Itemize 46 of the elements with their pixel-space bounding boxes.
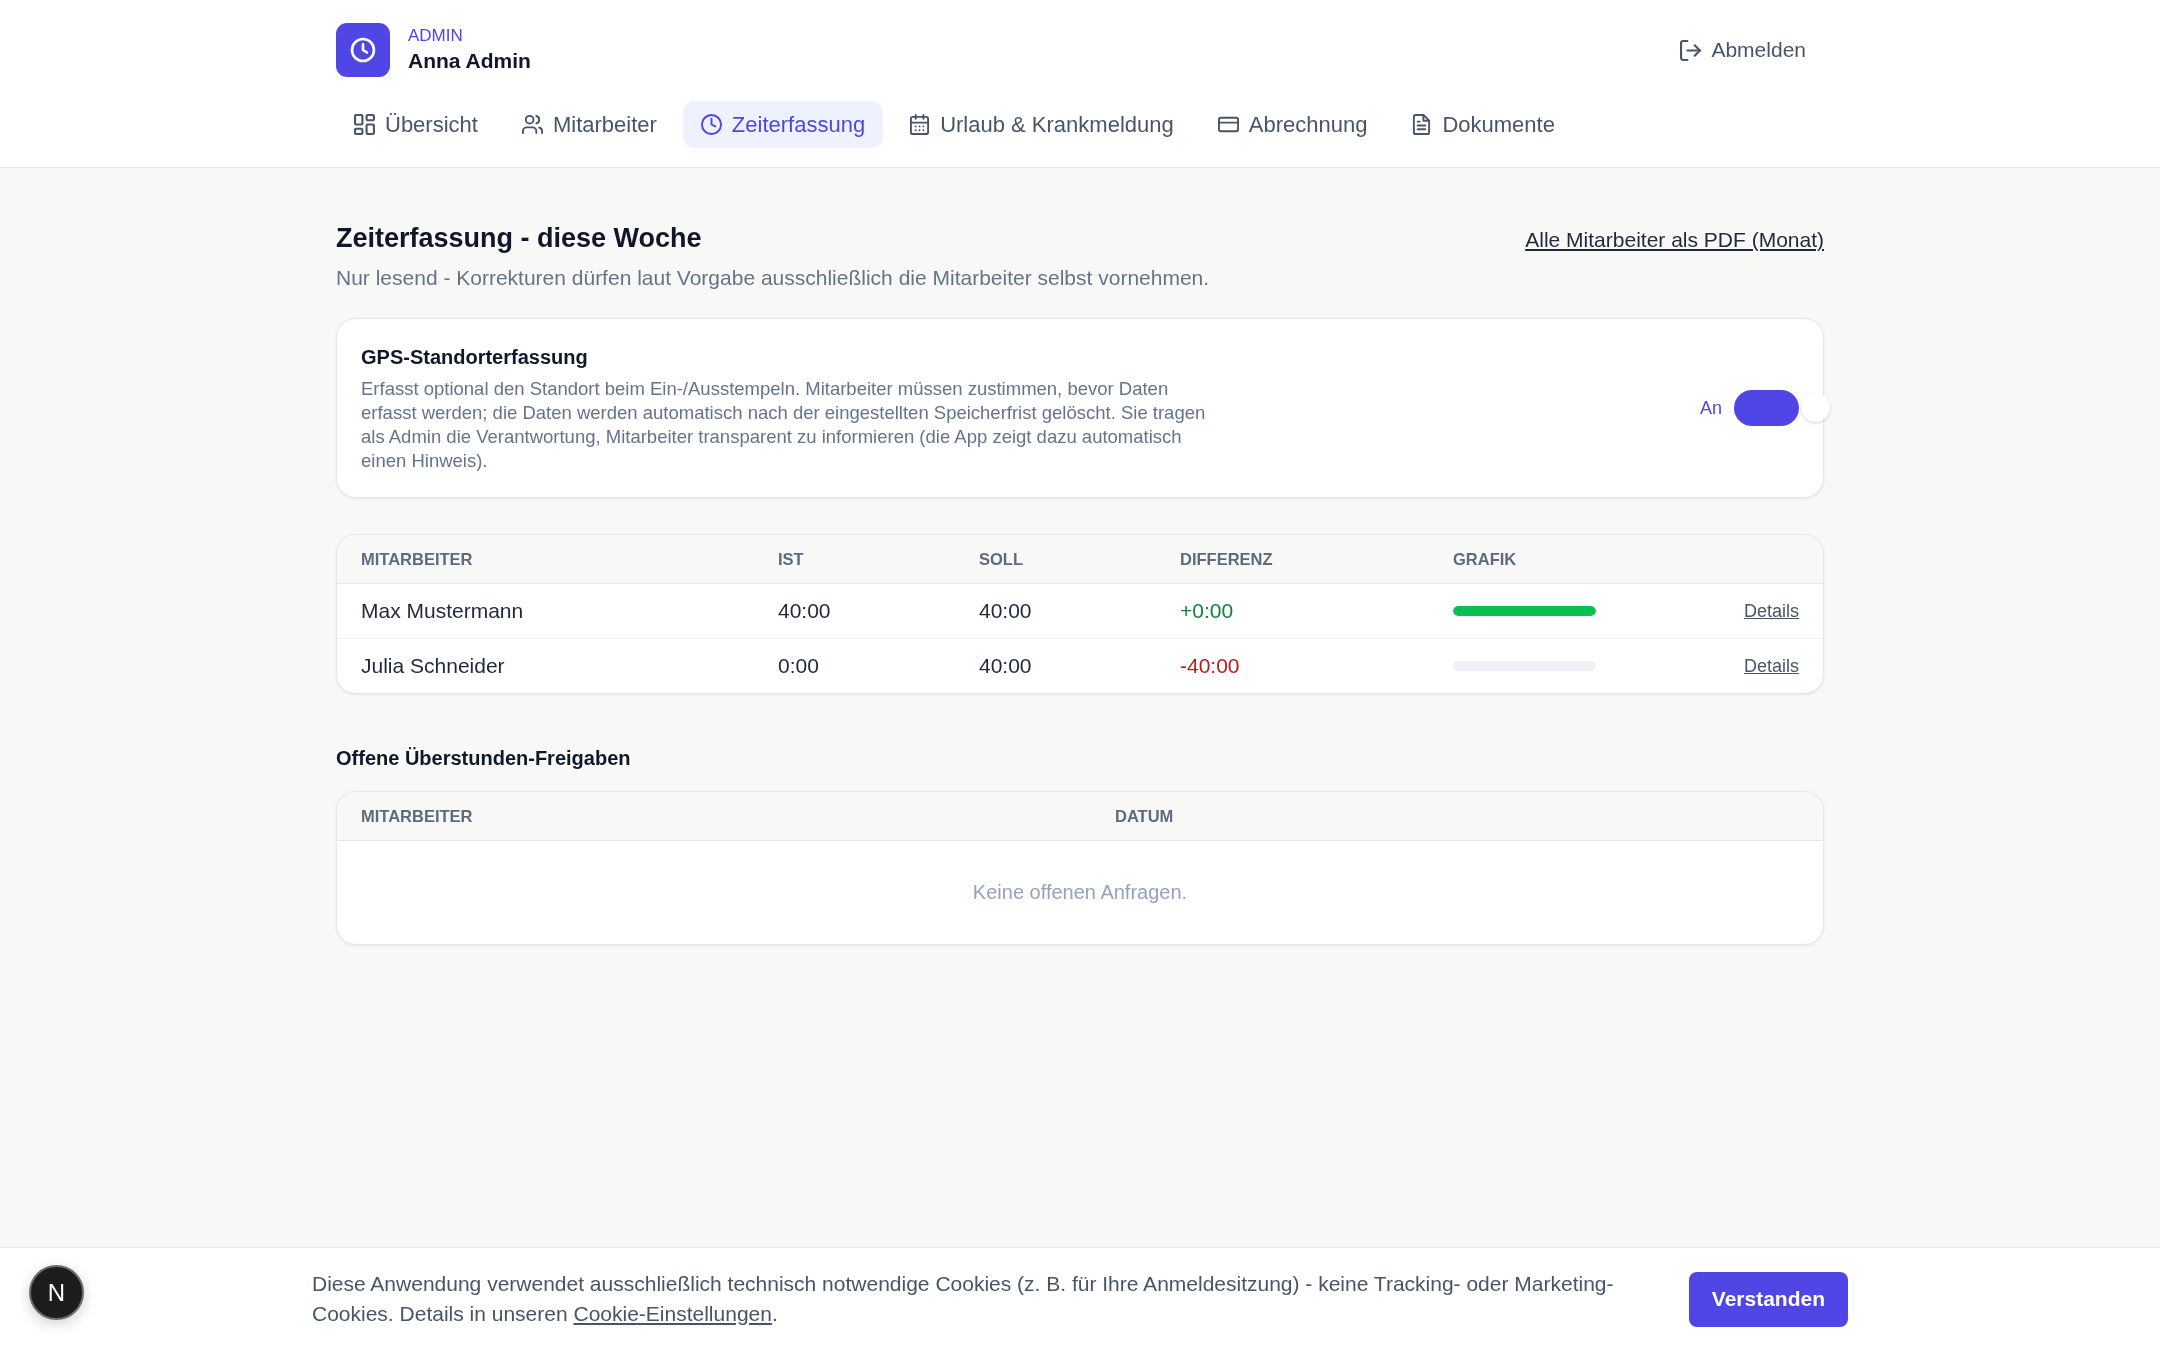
nav-tab[interactable]: Zeiterfassung [682, 101, 884, 148]
nav-tab[interactable]: Übersicht [336, 101, 496, 148]
actual-hours: 40:00 [778, 599, 831, 623]
employee-name: Julia Schneider [361, 654, 505, 678]
gps-description: Erfasst optional den Standort beim Ein-/Ausstempeln. Mitarbeiter müssen zustimmen, bevor Daten erfasst werden; die Daten werden automatisch nach der eingestellten Speicherfrist gelöscht. Sie tragen als Admin die Verantwortung, Mitarbeiter transparent zu informieren (die App zeigt dazu automatisch einen Hinweis). [361, 377, 1207, 473]
page-subtitle: Nur lesend - Korrekturen dürfen laut Vorgabe ausschließlich die Mitarbeiter selbst vornehmen. [336, 265, 1211, 291]
column-header: MITARBEITER [361, 549, 473, 569]
target-hours: 40:00 [979, 599, 1032, 623]
nav-tab[interactable]: Dokumente [1393, 101, 1573, 148]
hours-difference: +0:00 [1180, 599, 1234, 623]
calendar-icon [909, 114, 931, 135]
details-link[interactable]: Details [1743, 600, 1799, 622]
logout-icon [1680, 39, 1702, 61]
users-icon [521, 114, 543, 135]
details-link[interactable]: Details [1743, 655, 1799, 677]
cookie-notice: Diese Anwendung verwendet ausschließlich technisch notwendige Cookies (z. B. für Ihre Anmeldesitzung) - keine Tracking- oder Marketing-Cookies. Details in unseren Cookie-Einstellungen. [312, 1271, 1615, 1327]
column-header: DIFFERENZ [1180, 549, 1273, 569]
section-title: Offene Überstunden-Freigaben [336, 746, 632, 771]
column-header: SOLL [979, 549, 1023, 569]
gps-title: GPS-Standorterfassung [361, 345, 589, 370]
dashboard-icon [354, 114, 375, 135]
empty-state-message: Keine offenen Anfragen. [972, 881, 1188, 904]
clock-logo-icon [336, 23, 390, 77]
column-header: GRAFIK [1453, 549, 1517, 569]
pdf-export-link[interactable]: Alle Mitarbeiter als PDF (Monat) [1525, 228, 1824, 252]
nav-tab[interactable]: Mitarbeiter [503, 101, 675, 148]
target-hours: 40:00 [979, 654, 1032, 678]
hours-difference: -40:00 [1180, 654, 1240, 678]
column-header: DATUM [1115, 806, 1174, 826]
employee-name: Max Mustermann [361, 599, 524, 623]
page-title: Zeiterfassung - diese Woche [336, 222, 702, 255]
column-header: MITARBEITER [361, 806, 473, 826]
accept-button[interactable]: Verstanden [1688, 1271, 1848, 1327]
logout-button[interactable]: Abmelden [1662, 30, 1824, 70]
credit-card-icon [1217, 114, 1239, 135]
user-name: Anna Admin [408, 48, 531, 74]
toggle-switch[interactable] [1734, 390, 1830, 426]
actual-hours: 0:00 [778, 654, 819, 678]
cookie-settings-link[interactable]: Cookie-Einstellungen [573, 1302, 772, 1325]
document-icon [1411, 114, 1433, 135]
nav-tab[interactable]: Abrechnung [1199, 101, 1386, 148]
user-role: ADMIN [408, 25, 464, 47]
toggle-label: An [1699, 397, 1722, 419]
clock-icon [700, 114, 722, 135]
column-header: IST [778, 549, 804, 569]
nav-tab[interactable]: Urlaub & Krankmeldung [891, 101, 1192, 148]
